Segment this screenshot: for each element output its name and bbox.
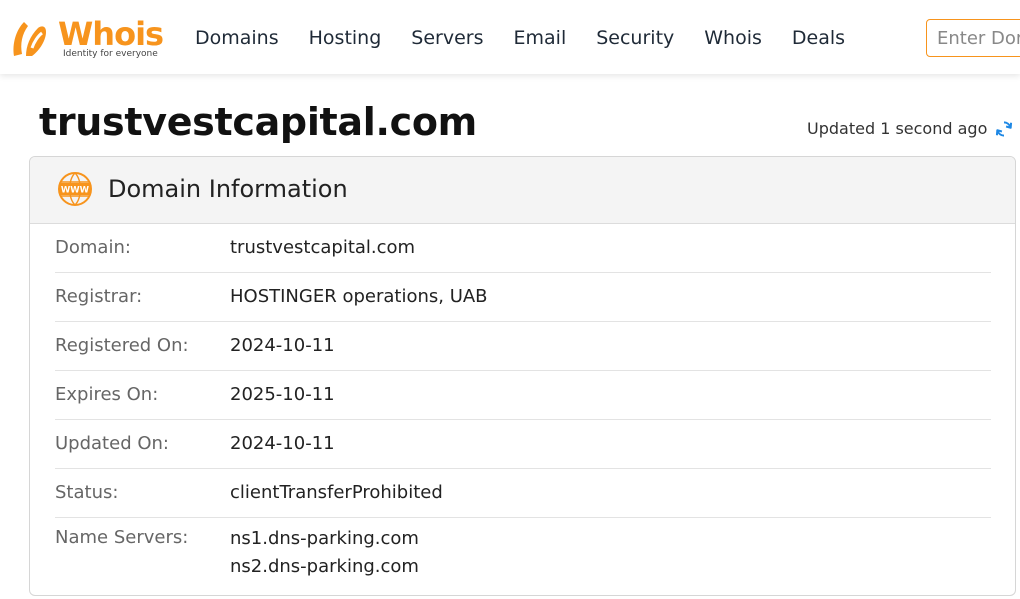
row-value: 2024-10-11 xyxy=(230,335,335,356)
svg-text:WWW: WWW xyxy=(61,186,90,196)
updated-status: Updated 1 second ago xyxy=(807,118,1014,140)
page-title: trustvestcapital.com xyxy=(39,100,477,144)
nav-whois[interactable]: Whois xyxy=(704,26,762,50)
row-label: Status: xyxy=(55,482,119,503)
info-row-registered-on: Registered On: 2024-10-11 xyxy=(55,322,991,371)
row-label: Registered On: xyxy=(55,335,189,356)
info-row-status: Status: clientTransferProhibited xyxy=(55,469,991,518)
row-value: trustvestcapital.com xyxy=(230,237,416,258)
row-value: clientTransferProhibited xyxy=(230,482,443,503)
domain-information-card: WWW Domain Information Domain: trustvest… xyxy=(29,156,1016,596)
card-header: WWW Domain Information xyxy=(30,157,1015,224)
row-label: Domain: xyxy=(55,237,131,258)
info-row-domain: Domain: trustvestcapital.com xyxy=(55,224,991,273)
nav-hosting[interactable]: Hosting xyxy=(309,26,382,50)
row-label: Updated On: xyxy=(55,433,169,454)
name-server: ns1.dns-parking.com xyxy=(230,528,419,549)
info-row-expires-on: Expires On: 2025-10-11 xyxy=(55,371,991,420)
domain-search-input[interactable] xyxy=(926,19,1020,57)
name-server: ns2.dns-parking.com xyxy=(230,556,419,577)
updated-text: Updated 1 second ago xyxy=(807,119,988,138)
row-label: Name Servers: xyxy=(55,527,189,548)
row-value: HOSTINGER operations, UAB xyxy=(230,286,488,307)
main-nav: Domains Hosting Servers Email Security W… xyxy=(195,26,875,50)
nav-security[interactable]: Security xyxy=(596,26,674,50)
nav-domains[interactable]: Domains xyxy=(195,26,279,50)
card-title: Domain Information xyxy=(108,175,348,203)
info-row-name-servers: Name Servers: ns1.dns-parking.com ns2.dn… xyxy=(55,518,991,595)
www-globe-icon: WWW xyxy=(58,172,92,206)
row-label: Expires On: xyxy=(55,384,159,405)
nav-email[interactable]: Email xyxy=(514,26,567,50)
nav-deals[interactable]: Deals xyxy=(792,26,845,50)
refresh-icon[interactable] xyxy=(994,119,1014,139)
logo-wordmark: Whois xyxy=(58,15,164,53)
logo-tagline: Identity for everyone xyxy=(63,49,158,59)
row-value: 2024-10-11 xyxy=(230,433,335,454)
name-server-list: ns1.dns-parking.com ns2.dns-parking.com xyxy=(230,525,419,581)
row-value: 2025-10-11 xyxy=(230,384,335,405)
logo-mark-icon xyxy=(13,22,46,56)
whois-logo[interactable]: Whois Identity for everyone xyxy=(8,14,168,62)
nav-servers[interactable]: Servers xyxy=(411,26,483,50)
top-navigation-bar: Whois Identity for everyone Domains Host… xyxy=(0,0,1020,74)
info-row-updated-on: Updated On: 2024-10-11 xyxy=(55,420,991,469)
domain-info-table: Domain: trustvestcapital.com Registrar: … xyxy=(55,224,991,595)
info-row-registrar: Registrar: HOSTINGER operations, UAB xyxy=(55,273,991,322)
row-label: Registrar: xyxy=(55,286,143,307)
